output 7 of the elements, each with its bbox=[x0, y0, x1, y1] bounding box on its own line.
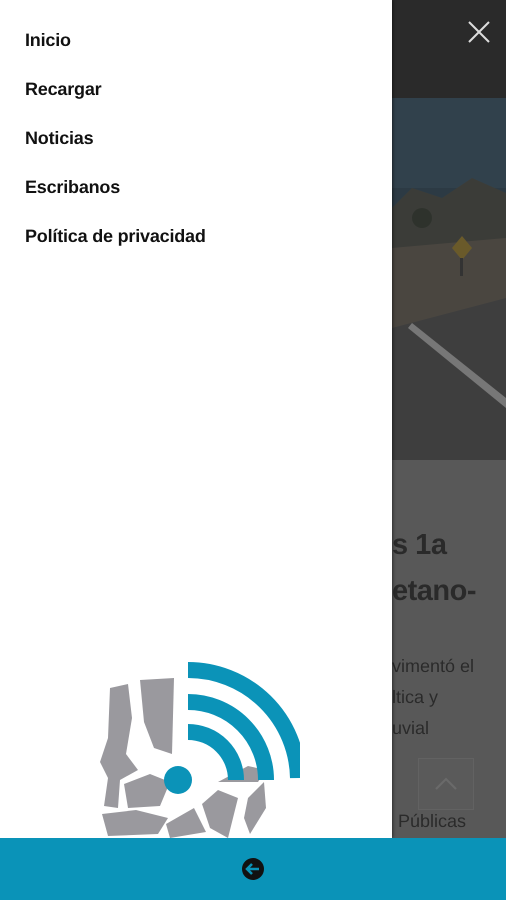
menu-item[interactable]: Noticias bbox=[0, 125, 118, 174]
menu-item[interactable]: Inicio bbox=[0, 27, 96, 76]
menu-item[interactable]: Política de privacidad bbox=[0, 223, 231, 272]
close-icon[interactable] bbox=[467, 20, 491, 44]
back-icon[interactable] bbox=[241, 857, 265, 881]
menu-item[interactable]: Recargar bbox=[0, 76, 126, 125]
menu-item[interactable]: Escribanos bbox=[0, 174, 146, 223]
